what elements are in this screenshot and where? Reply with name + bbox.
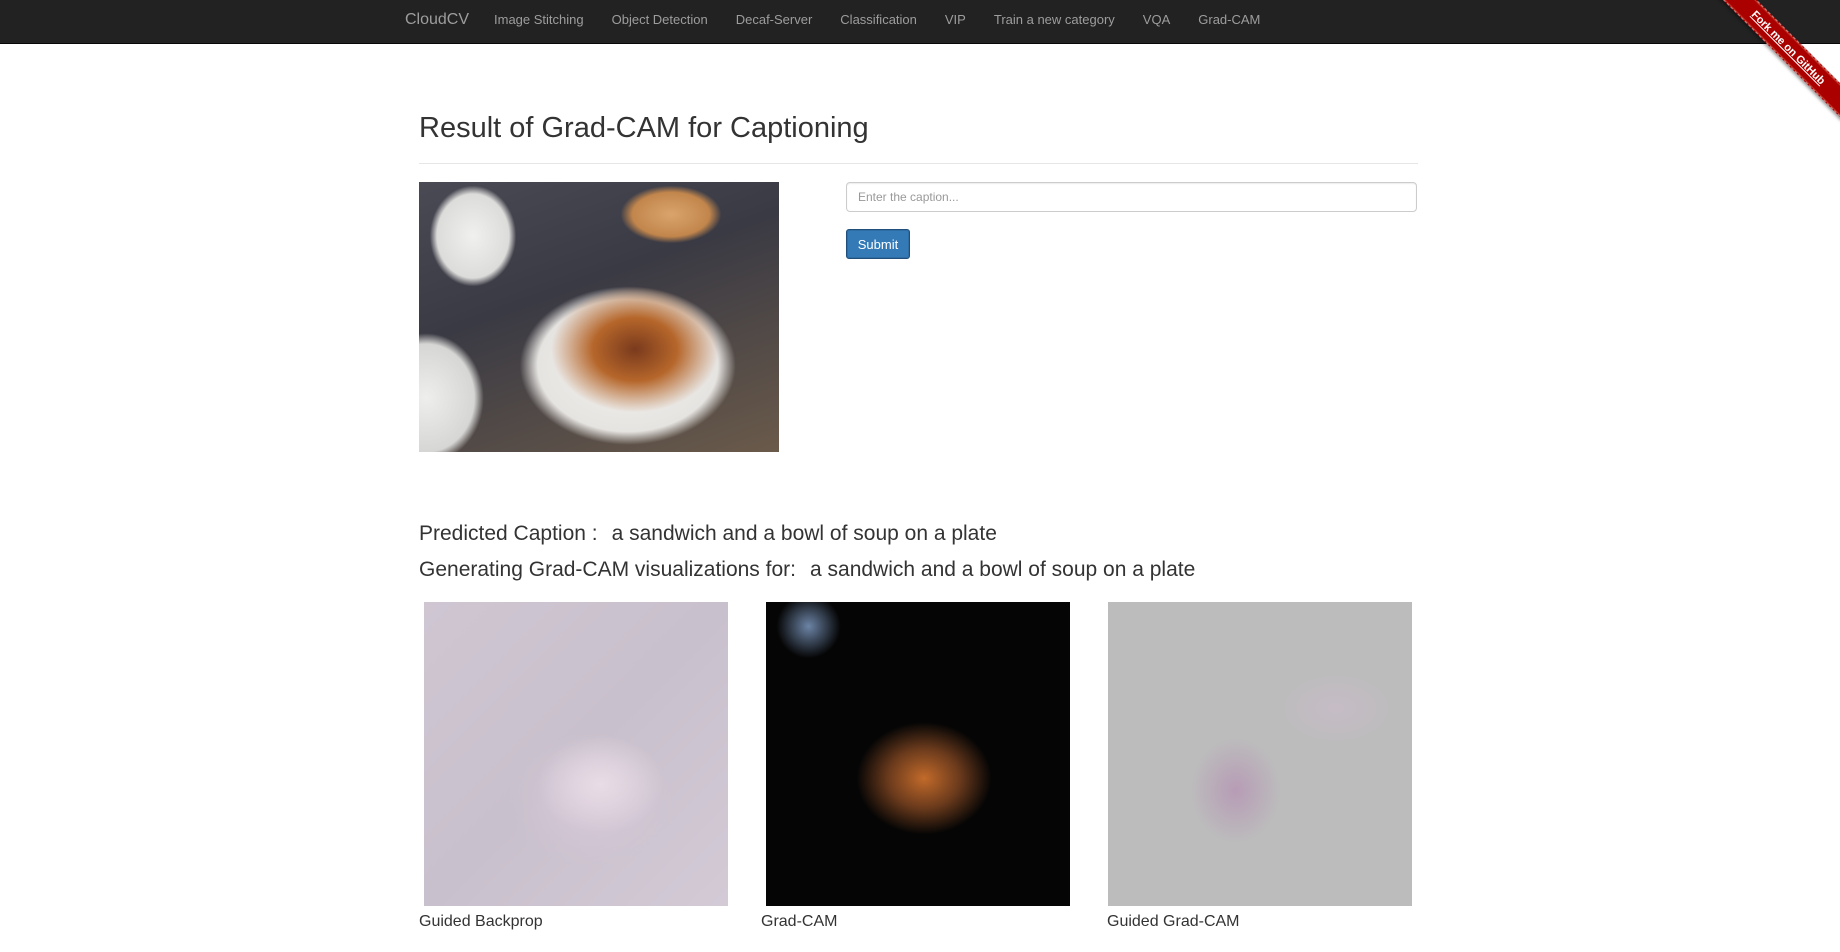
nav-item-decaf-server[interactable]: Decaf-Server [722, 0, 827, 43]
guided-grad-cam-label: Guided Grad-CAM [1107, 913, 1240, 930]
github-ribbon-container: Fork me on GitHub [1710, 0, 1840, 130]
predicted-caption-text: a sandwich and a bowl of soup on a plate [611, 522, 997, 545]
generating-caption-line: Generating Grad-CAM visualizations for: a… [419, 558, 1195, 582]
title-divider [419, 163, 1418, 164]
nav-item-classification[interactable]: Classification [826, 0, 931, 43]
generating-caption-label: Generating Grad-CAM visualizations for: [419, 558, 796, 581]
page-title: Result of Grad-CAM for Captioning [419, 112, 869, 144]
nav-item-image-stitching[interactable]: Image Stitching [480, 0, 598, 43]
nav-item-object-detection[interactable]: Object Detection [598, 0, 722, 43]
grad-cam-label: Grad-CAM [761, 913, 838, 930]
caption-input[interactable] [846, 182, 1417, 212]
submit-button[interactable]: Submit [846, 229, 910, 259]
nav-item-grad-cam[interactable]: Grad-CAM [1184, 0, 1274, 43]
brand-link[interactable]: CloudCV [405, 0, 469, 43]
grad-cam-image [766, 602, 1070, 906]
fork-on-github-ribbon[interactable]: Fork me on GitHub [1715, 0, 1840, 121]
guided-backprop-label: Guided Backprop [419, 913, 543, 930]
nav-item-vip[interactable]: VIP [931, 0, 980, 43]
top-navbar: CloudCV Image Stitching Object Detection… [0, 0, 1840, 44]
nav-item-train-category[interactable]: Train a new category [980, 0, 1129, 43]
predicted-caption-line: Predicted Caption : a sandwich and a bowl… [419, 522, 997, 546]
nav-menu: Image Stitching Object Detection Decaf-S… [480, 0, 1274, 43]
generating-caption-text: a sandwich and a bowl of soup on a plate [810, 558, 1196, 581]
predicted-caption-label: Predicted Caption : [419, 522, 598, 545]
guided-backprop-image [424, 602, 728, 906]
input-photo [419, 182, 779, 452]
nav-item-vqa[interactable]: VQA [1129, 0, 1184, 43]
guided-grad-cam-image [1108, 602, 1412, 906]
